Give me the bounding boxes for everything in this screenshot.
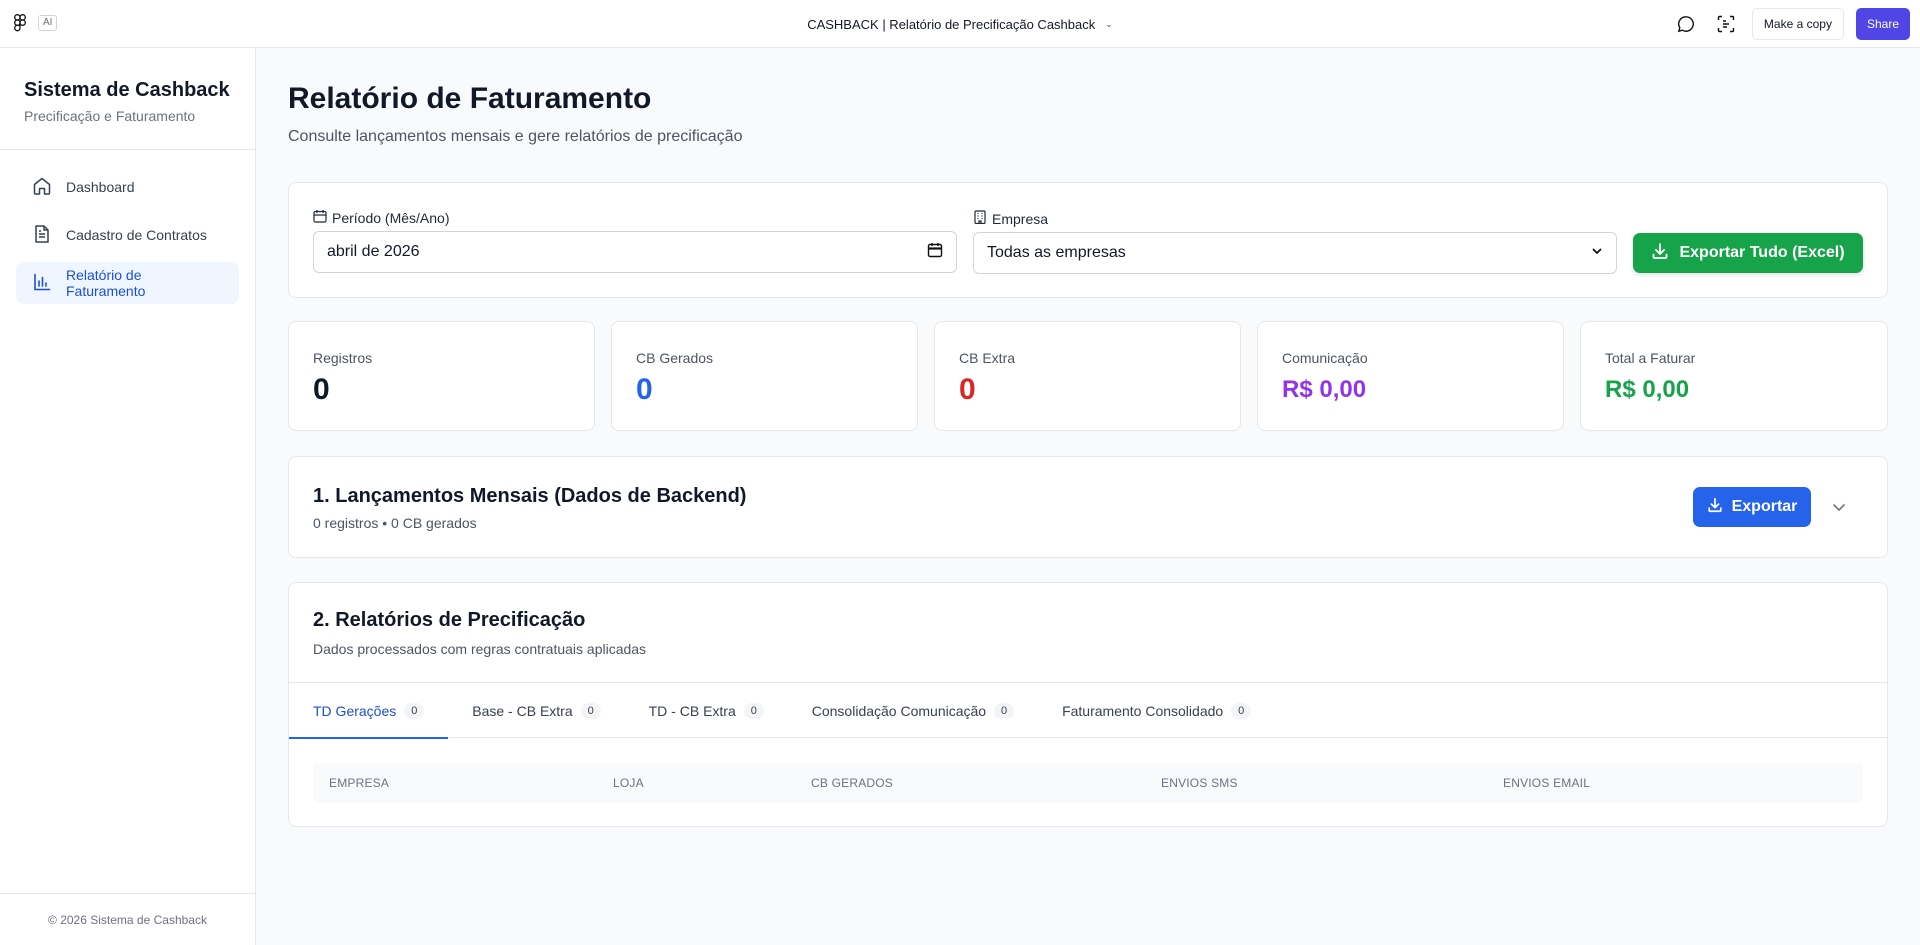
tab-label: Faturamento Consolidado	[1062, 702, 1224, 719]
stat-label: CB Extra	[959, 350, 1016, 366]
sidebar-footer: © 2026 Sistema de Cashback	[0, 893, 255, 945]
tab-td-cb-extra[interactable]: TD - CB Extra 0	[625, 683, 788, 738]
tab-consolidated-billing[interactable]: Faturamento Consolidado 0	[1038, 683, 1275, 738]
sidebar-item-contracts[interactable]: Cadastro de Contratos	[16, 214, 239, 256]
sidebar-item-label: Dashboard	[66, 179, 135, 195]
report-tabs: TD Gerações 0 Base - CB Extra 0 TD - CB …	[289, 682, 1887, 739]
expand-chevron-icon[interactable]	[1827, 495, 1851, 519]
download-icon	[1651, 242, 1669, 265]
download-icon	[1707, 497, 1723, 518]
home-icon	[32, 176, 52, 199]
scan-icon[interactable]	[1712, 10, 1740, 38]
tab-communication-consolidation[interactable]: Consolidação Comunicação 0	[788, 683, 1038, 738]
column-header-company[interactable]: Empresa	[329, 776, 389, 790]
sidebar-item-label: Cadastro de Contratos	[66, 227, 207, 243]
document-icon	[32, 224, 52, 247]
brand-title: Sistema de Cashback	[24, 79, 230, 101]
section-subtitle: 0 registros • 0 CB gerados	[313, 515, 477, 531]
building-icon	[973, 210, 987, 227]
period-value: abril de 2026	[327, 243, 420, 260]
monthly-entries-section: 1. Lançamentos Mensais (Dados de Backend…	[288, 456, 1888, 558]
filters-card: Período (Mês/Ano) abril de 2026 Empresa …	[288, 182, 1888, 298]
stat-card-communication: Comunicação R$ 0,00	[1257, 321, 1564, 431]
stat-value: R$ 0,00	[1282, 376, 1367, 403]
pricing-reports-section: 2. Relatórios de Precificação Dados proc…	[288, 582, 1888, 827]
table-header: Empresa Loja CB Gerados Envios SMS Envio…	[313, 763, 1863, 803]
sidebar-nav: Dashboard Cadastro de Contratos Relatóri…	[0, 150, 255, 326]
sidebar-item-billing-report[interactable]: Relatório de Faturamento	[16, 262, 239, 304]
figma-logo-icon[interactable]	[14, 14, 28, 32]
tab-label: Base - CB Extra	[472, 702, 573, 719]
stat-value: R$ 0,00	[1605, 376, 1690, 403]
comment-icon[interactable]	[1672, 10, 1700, 38]
tab-label: TD Gerações	[313, 702, 397, 719]
stat-card-records: Registros 0	[288, 321, 595, 431]
tab-count-badge: 0	[580, 702, 601, 719]
calendar-icon	[313, 209, 327, 226]
page-title: Relatório de Faturamento	[288, 82, 652, 115]
export-button[interactable]: Exportar	[1693, 487, 1811, 527]
file-title-dropdown[interactable]: CASHBACK | Relatório de Precificação Cas…	[807, 17, 1113, 32]
stat-label: Registros	[313, 350, 373, 366]
stat-label: CB Gerados	[636, 350, 714, 366]
company-value: Todas as empresas	[987, 244, 1126, 261]
stat-card-cb-generated: CB Gerados 0	[611, 321, 918, 431]
share-button[interactable]: Share	[1855, 8, 1910, 40]
file-title: CASHBACK | Relatório de Precificação Cas…	[807, 16, 1096, 32]
column-header-sms-sends[interactable]: Envios SMS	[1161, 776, 1238, 790]
page-subtitle: Consulte lançamentos mensais e gere rela…	[288, 128, 743, 145]
period-label: Período (Mês/Ano)	[313, 209, 450, 226]
make-copy-button[interactable]: Make a copy	[1751, 8, 1844, 40]
stat-label: Total a Faturar	[1605, 350, 1696, 366]
company-select[interactable]: Todas as empresas	[973, 232, 1617, 274]
tab-label: Consolidação Comunicação	[811, 702, 987, 719]
stat-card-total-to-bill: Total a Faturar R$ 0,00	[1580, 321, 1888, 431]
top-bar-left: AI	[14, 14, 58, 32]
sidebar-item-label: Relatório de Faturamento	[66, 267, 146, 299]
chevron-down-icon: ⌄	[1105, 18, 1113, 29]
period-input[interactable]: abril de 2026	[313, 231, 957, 273]
column-header-email-sends[interactable]: Envios Email	[1503, 776, 1590, 790]
top-bar: AI CASHBACK | Relatório de Precificação …	[0, 0, 1920, 48]
tab-count-badge: 0	[994, 702, 1015, 719]
sidebar-brand: Sistema de Cashback Precificação e Fatur…	[0, 48, 255, 150]
calendar-picker-icon[interactable]	[927, 242, 943, 263]
section-title: 2. Relatórios de Precificação	[313, 609, 586, 631]
company-label: Empresa	[973, 210, 1048, 227]
tab-td-generations[interactable]: TD Gerações 0	[289, 683, 449, 739]
top-bar-right: Make a copy Share	[1672, 8, 1910, 40]
column-header-cb-generated[interactable]: CB Gerados	[811, 776, 893, 790]
section-subtitle: Dados processados com regras contratuais…	[313, 641, 647, 657]
stat-value: 0	[636, 373, 653, 406]
stat-label: Comunicação	[1282, 350, 1368, 366]
section-title: 1. Lançamentos Mensais (Dados de Backend…	[313, 485, 747, 507]
brand-subtitle: Precificação e Faturamento	[24, 108, 196, 124]
tab-count-badge: 0	[404, 702, 425, 719]
bar-chart-icon	[32, 272, 52, 295]
stat-value: 0	[959, 373, 976, 406]
sidebar-item-dashboard[interactable]: Dashboard	[16, 166, 239, 208]
tab-base-cb-extra[interactable]: Base - CB Extra 0	[448, 683, 624, 738]
top-bar-center: CASHBACK | Relatório de Precificação Cas…	[0, 0, 1920, 48]
tab-count-badge: 0	[743, 702, 764, 719]
tab-count-badge: 0	[1231, 702, 1252, 719]
tab-label: TD - CB Extra	[648, 702, 736, 719]
chevron-down-icon	[1591, 244, 1603, 262]
stat-value: 0	[313, 373, 330, 406]
sidebar: Sistema de Cashback Precificação e Fatur…	[0, 48, 256, 945]
export-all-excel-button[interactable]: Exportar Tudo (Excel)	[1633, 233, 1863, 273]
export-label: Exportar	[1731, 498, 1798, 515]
export-all-label: Exportar Tudo (Excel)	[1679, 244, 1845, 261]
ai-badge[interactable]: AI	[38, 15, 58, 31]
stat-card-cb-extra: CB Extra 0	[934, 321, 1241, 431]
column-header-store[interactable]: Loja	[613, 776, 644, 790]
